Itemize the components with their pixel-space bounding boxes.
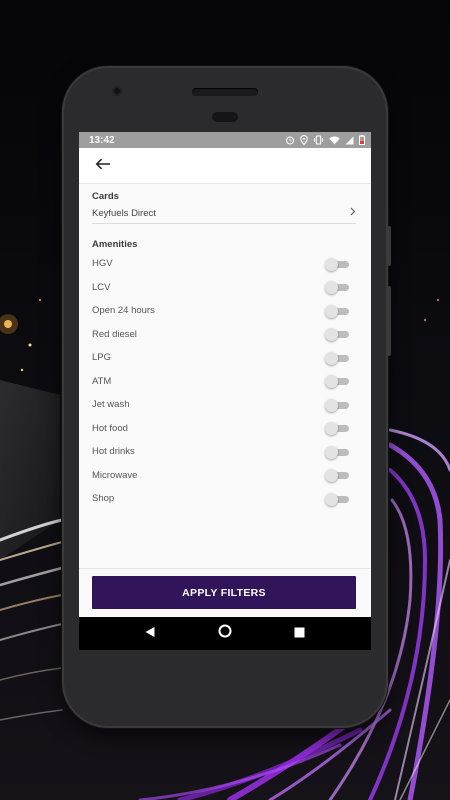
apply-bar: APPLY FILTERS xyxy=(79,568,371,617)
atm-toggle[interactable] xyxy=(325,375,349,389)
vibrate-icon xyxy=(313,135,324,145)
amenity-label: Microwave xyxy=(92,469,138,481)
amenity-label: LCV xyxy=(92,281,111,293)
amenities-list: HGV LCV Open 24 hours Red diesel LPG ATM xyxy=(92,252,357,511)
hot-food-toggle[interactable] xyxy=(325,422,349,436)
amenity-item-microwave: Microwave xyxy=(92,464,357,488)
amenity-label: ATM xyxy=(92,375,112,387)
filter-content: Cards Keyfuels Direct Amenities HGV LCV … xyxy=(79,191,371,511)
wifi-icon xyxy=(329,136,340,145)
front-camera xyxy=(112,86,122,96)
jet-wash-toggle[interactable] xyxy=(325,398,349,412)
phone-screen: 13:42 Cards Keyfuels Direct Amenities HG… xyxy=(79,132,371,650)
nav-back-button[interactable] xyxy=(138,622,162,646)
amenity-item-red-diesel: Red diesel xyxy=(92,323,357,347)
amenity-label: Open 24 hours xyxy=(92,305,155,317)
amenity-item-open-24-hours: Open 24 hours xyxy=(92,299,357,323)
amenity-label: Shop xyxy=(92,493,115,505)
nav-home-button[interactable] xyxy=(213,622,237,646)
amenity-item-lcv: LCV xyxy=(92,276,357,300)
power-key xyxy=(387,226,391,266)
chevron-right-icon xyxy=(350,207,356,219)
amenity-item-hot-drinks: Hot drinks xyxy=(92,440,357,464)
lpg-toggle[interactable] xyxy=(325,351,349,365)
card-selector[interactable]: Keyfuels Direct xyxy=(92,203,356,224)
microwave-toggle[interactable] xyxy=(325,469,349,483)
amenity-item-jet-wash: Jet wash xyxy=(92,393,357,417)
open-24-hours-toggle[interactable] xyxy=(325,304,349,318)
amenity-label: Jet wash xyxy=(92,399,130,411)
hot-drinks-toggle[interactable] xyxy=(325,445,349,459)
amenity-item-lpg: LPG xyxy=(92,346,357,370)
amenity-item-shop: Shop xyxy=(92,487,357,511)
amenity-label: Hot drinks xyxy=(92,446,135,458)
amenity-item-atm: ATM xyxy=(92,370,357,394)
amenity-item-hot-food: Hot food xyxy=(92,417,357,441)
arrow-left-icon xyxy=(95,157,111,175)
home-circle-icon xyxy=(218,624,232,643)
amenities-section-title: Amenities xyxy=(92,239,138,250)
app-bar xyxy=(79,148,371,184)
status-bar: 13:42 xyxy=(79,132,371,148)
status-time: 13:42 xyxy=(89,134,115,146)
amenity-label: LPG xyxy=(92,352,112,364)
back-button[interactable] xyxy=(93,156,113,176)
nav-recents-button[interactable] xyxy=(288,622,312,646)
amenity-label: Hot food xyxy=(92,422,128,434)
card-selected-value: Keyfuels Direct xyxy=(92,207,156,219)
back-triangle-icon xyxy=(144,625,156,643)
recents-square-icon xyxy=(294,625,305,643)
amenity-item-hgv: HGV xyxy=(92,252,357,276)
proximity-sensor xyxy=(212,112,238,122)
volume-key xyxy=(387,286,391,356)
location-icon xyxy=(300,135,308,145)
amenity-label: HGV xyxy=(92,258,113,270)
shop-toggle[interactable] xyxy=(325,492,349,506)
status-icons xyxy=(285,135,365,145)
amenity-label: Red diesel xyxy=(92,328,137,340)
lcv-toggle[interactable] xyxy=(325,281,349,295)
apply-filters-button[interactable]: APPLY FILTERS xyxy=(92,576,356,609)
alarm-icon xyxy=(285,135,295,145)
earpiece xyxy=(192,88,258,96)
cards-section-title: Cards xyxy=(92,191,119,202)
hgv-toggle[interactable] xyxy=(325,257,349,271)
signal-icon xyxy=(345,136,354,145)
battery-icon xyxy=(359,135,365,145)
system-nav-bar xyxy=(79,617,371,650)
red-diesel-toggle[interactable] xyxy=(325,328,349,342)
